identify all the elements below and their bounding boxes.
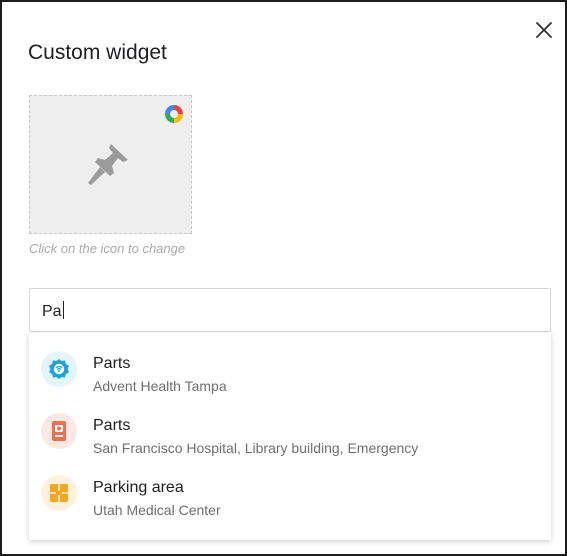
dialog-title: Custom widget bbox=[28, 41, 167, 64]
item-subtitle: Advent Health Tampa bbox=[93, 378, 227, 394]
item-title: Parking area bbox=[93, 479, 184, 496]
list-item[interactable]: Parking area Utah Medical Center bbox=[29, 457, 551, 519]
search-input[interactable]: Pa bbox=[42, 301, 64, 321]
search-value: Pa bbox=[42, 303, 62, 320]
device-icon bbox=[41, 413, 77, 449]
item-subtitle: San Francisco Hospital, Library building… bbox=[93, 440, 419, 456]
suggestion-dropdown: Parts Advent Health Tampa Parts San Fran… bbox=[29, 333, 551, 540]
close-button[interactable] bbox=[530, 16, 558, 44]
icon-picker[interactable] bbox=[29, 95, 192, 234]
floor-plan-icon bbox=[41, 475, 77, 511]
text-caret bbox=[62, 301, 64, 319]
item-title: Parts bbox=[93, 417, 131, 434]
icon-hint: Click on the icon to change bbox=[29, 241, 186, 256]
color-wheel-icon[interactable] bbox=[165, 105, 183, 123]
pushpin-icon bbox=[88, 144, 128, 185]
item-title: Parts bbox=[93, 355, 131, 372]
list-item[interactable]: Parts San Francisco Hospital, Library bu… bbox=[29, 395, 551, 457]
custom-widget-dialog: Custom widget Click on the icon to chang… bbox=[0, 0, 567, 556]
close-icon bbox=[536, 22, 552, 38]
wifi-badge-icon bbox=[41, 351, 77, 387]
list-item[interactable]: Parts Advent Health Tampa bbox=[29, 333, 551, 395]
search-field[interactable]: Pa bbox=[29, 288, 551, 332]
item-subtitle: Utah Medical Center bbox=[93, 502, 221, 518]
